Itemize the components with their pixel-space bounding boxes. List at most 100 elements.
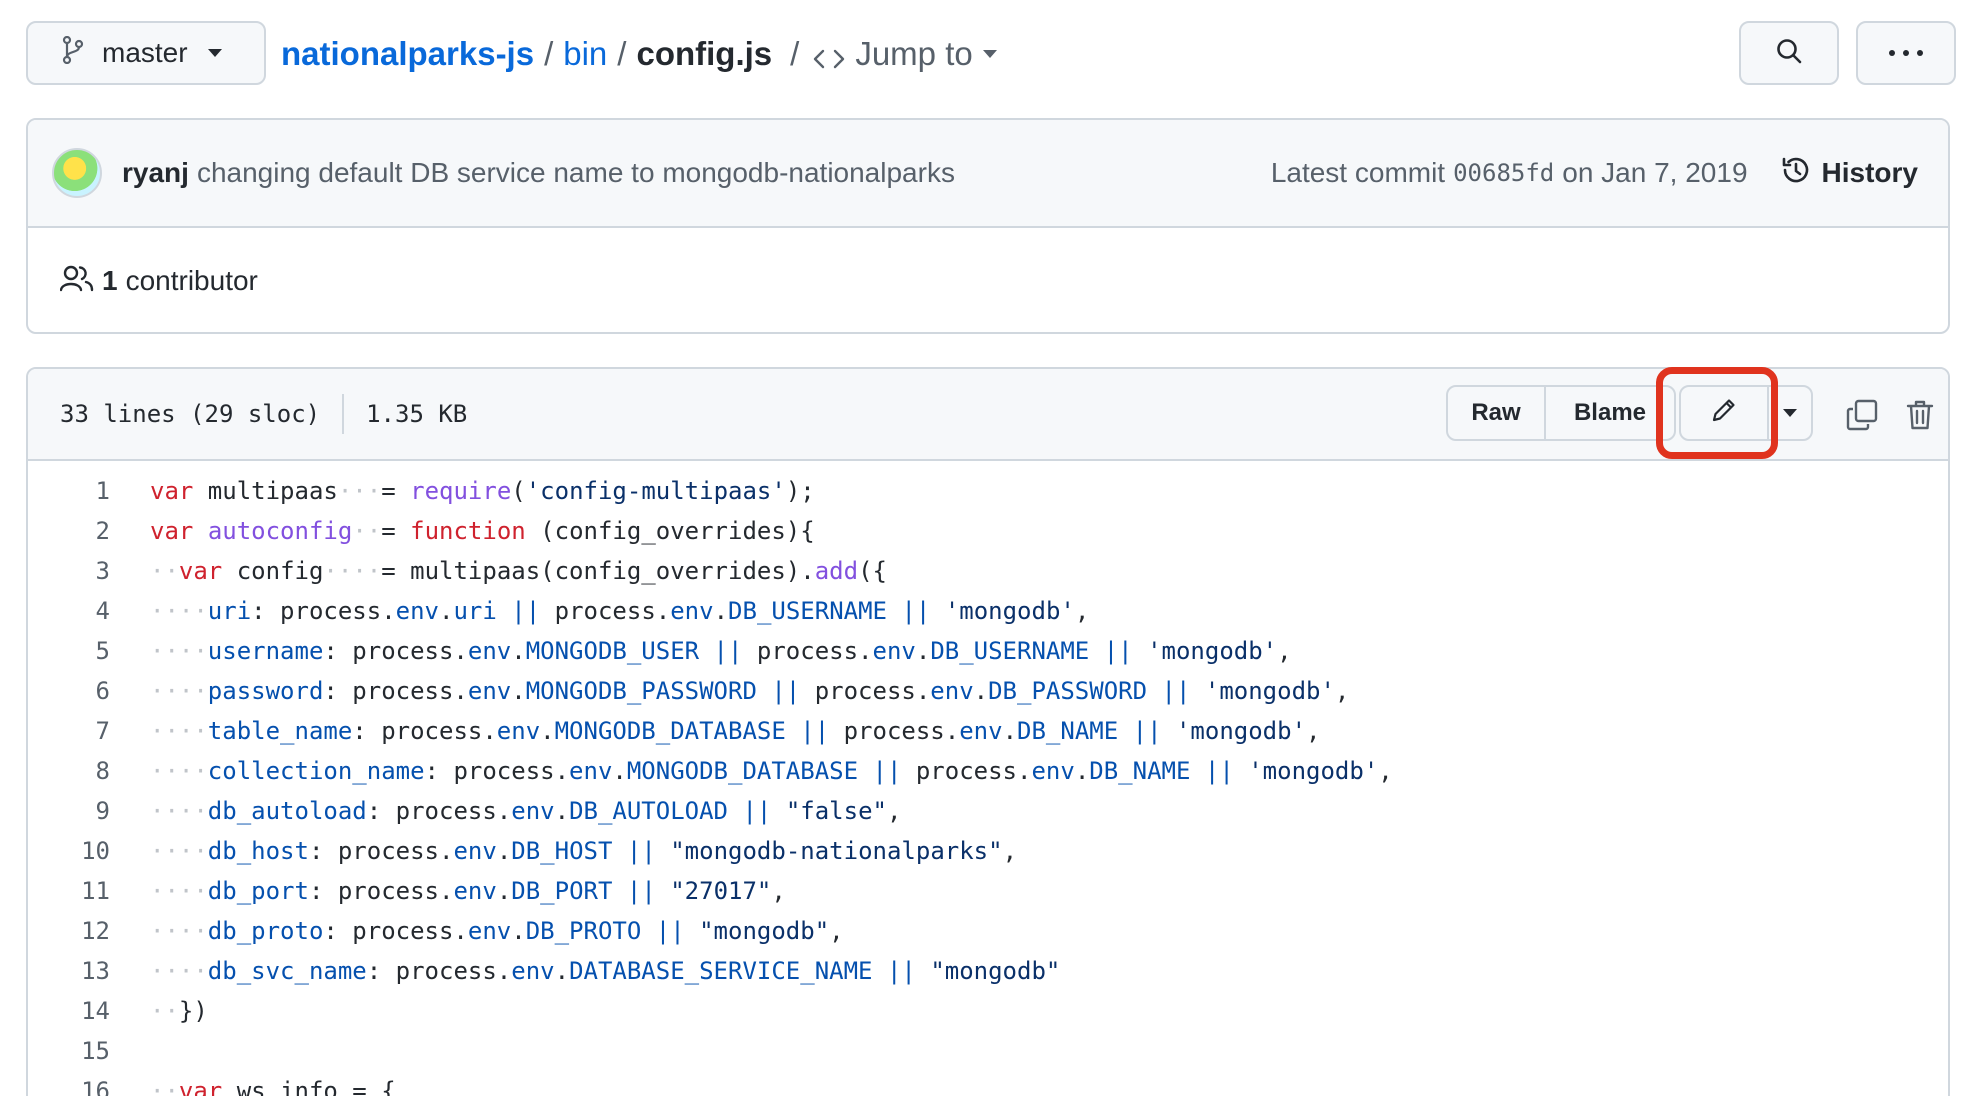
code-text: ··var ws_info = { — [110, 1077, 396, 1096]
code-token: : process. — [323, 917, 468, 945]
raw-blame-group: Raw Blame — [1446, 385, 1676, 441]
edit-file-button[interactable] — [1679, 385, 1769, 441]
line-number[interactable]: 12 — [28, 917, 110, 945]
line-number[interactable]: 16 — [28, 1077, 110, 1096]
breadcrumb-folder-link[interactable]: bin — [563, 35, 607, 73]
code-line: 15 — [28, 1031, 1948, 1071]
code-token: : process. — [308, 837, 454, 865]
search-icon — [1775, 37, 1803, 70]
line-number[interactable]: 2 — [28, 517, 110, 545]
line-number[interactable]: 15 — [28, 1037, 110, 1065]
code-token: . — [1074, 757, 1090, 785]
code-token: ···· — [150, 637, 208, 665]
code-token: env — [959, 717, 1003, 745]
breadcrumb-file-name: config.js — [636, 35, 773, 72]
line-number[interactable]: 4 — [28, 597, 110, 625]
copy-icon[interactable] — [1846, 399, 1878, 437]
raw-button[interactable]: Raw — [1446, 385, 1546, 441]
breadcrumb-repo-link[interactable]: nationalparks-js — [281, 35, 534, 73]
code-token: env — [467, 637, 512, 665]
code-token: env — [496, 717, 541, 745]
blame-button[interactable]: Blame — [1544, 385, 1676, 441]
code-text: ··var config····= multipaas(config_overr… — [110, 557, 887, 585]
code-token: DB_HOST — [511, 837, 613, 865]
line-number[interactable]: 10 — [28, 837, 110, 865]
search-button[interactable] — [1739, 21, 1839, 85]
code-token: MONGODB_PASSWORD — [525, 677, 757, 705]
code-token: env — [511, 957, 555, 985]
code-token: var — [178, 1077, 223, 1096]
code-token: var — [150, 517, 194, 545]
code-line: 8 ····collection_name: process.env.MONGOD… — [28, 751, 1948, 791]
edit-options-dropdown[interactable] — [1767, 385, 1813, 441]
code-token: , — [1378, 757, 1393, 785]
code-token: }) — [178, 997, 208, 1025]
code-token: MONGODB_DATABASE — [554, 717, 786, 745]
code-area: 1 var multipaas···= require('config-multi… — [28, 461, 1948, 1096]
history-link[interactable]: History — [1780, 154, 1918, 193]
breadcrumb-separator: / — [544, 35, 554, 72]
code-token: db_host — [207, 837, 309, 865]
branch-selector-button[interactable]: master — [26, 21, 266, 85]
more-options-button[interactable] — [1856, 21, 1956, 85]
line-number[interactable]: 14 — [28, 997, 110, 1025]
line-number[interactable]: 5 — [28, 637, 110, 665]
code-token: ( — [511, 477, 526, 505]
code-token: . — [915, 637, 931, 665]
code-token: : process. — [323, 677, 468, 705]
code-token: || — [771, 677, 801, 705]
code-token: uri — [207, 597, 252, 625]
code-token: autoconfig — [207, 517, 353, 545]
commit-author[interactable]: ryanj — [122, 157, 189, 189]
code-token: ··· — [337, 477, 382, 505]
code-token: ···· — [150, 877, 208, 905]
line-number[interactable]: 13 — [28, 957, 110, 985]
trash-icon[interactable] — [1906, 399, 1934, 437]
code-token: var — [150, 477, 194, 505]
commit-message[interactable]: changing default DB service name to mong… — [197, 157, 955, 189]
file-viewer: 33 lines (29 sloc) 1.35 KB Raw Blame 1 va… — [26, 367, 1950, 1096]
code-token: env — [453, 837, 497, 865]
code-token: . — [554, 797, 570, 825]
code-token: , — [1074, 597, 1090, 625]
code-line: 4 ····uri: process.env.uri || process.env… — [28, 591, 1948, 631]
contributors-row[interactable]: 1 contributor — [28, 228, 1948, 332]
line-number[interactable]: 3 — [28, 557, 110, 585]
code-token: env — [569, 757, 613, 785]
line-number[interactable]: 7 — [28, 717, 110, 745]
code-token: MONGODB_DATABASE — [626, 757, 859, 785]
commit-sha[interactable]: 00685fd — [1453, 159, 1554, 187]
code-line: 9 ····db_autoload: process.env.DB_AUTOLOA… — [28, 791, 1948, 831]
code-token: collection_name — [207, 757, 425, 785]
avatar[interactable] — [52, 148, 102, 198]
code-token: process. — [742, 637, 873, 665]
line-number[interactable]: 6 — [28, 677, 110, 705]
line-number[interactable]: 8 — [28, 757, 110, 785]
code-text: ····table_name: process.env.MONGODB_DATA… — [110, 717, 1320, 745]
code-line: 16 ··var ws_info = { — [28, 1071, 1948, 1096]
line-number[interactable]: 1 — [28, 477, 110, 505]
branch-name: master — [102, 37, 188, 68]
jump-to-dropdown[interactable]: Jump to — [813, 30, 997, 78]
code-token: || — [655, 917, 685, 945]
line-number[interactable]: 9 — [28, 797, 110, 825]
line-number[interactable]: 11 — [28, 877, 110, 905]
code-line: 1 var multipaas···= require('config-multi… — [28, 471, 1948, 511]
code-token: multipaas — [193, 477, 338, 505]
code-token: db_proto — [207, 917, 324, 945]
code-token: DB_PORT — [511, 877, 613, 905]
code-token: db_port — [207, 877, 309, 905]
contributor-count: 1 — [102, 265, 118, 296]
code-token: . — [511, 677, 526, 705]
